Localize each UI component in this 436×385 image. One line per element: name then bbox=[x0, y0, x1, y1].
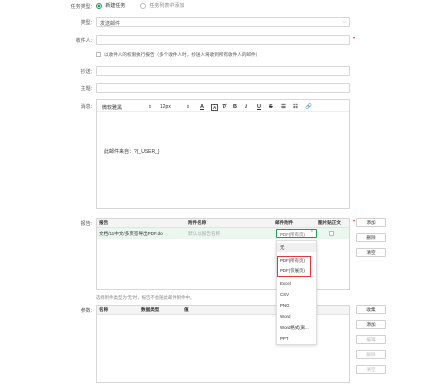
params-label: 参数: bbox=[80, 308, 92, 314]
required-marker: • bbox=[353, 219, 356, 225]
menu-item-word[interactable]: Word bbox=[280, 314, 290, 319]
report-col-name: 报告 bbox=[99, 220, 109, 225]
attachment-name-field[interactable]: 默认以报告名称 bbox=[188, 231, 220, 237]
font-family-select[interactable]: 微软雅黑 ⇕ bbox=[102, 104, 154, 111]
chevron-down-icon: ⌵ bbox=[342, 19, 346, 25]
chevron-updown-icon: ⇕ bbox=[186, 104, 190, 109]
menu-item-pdf-displayed[interactable]: PDF(仅展页) bbox=[280, 268, 305, 274]
menu-item-none[interactable]: 无 bbox=[280, 245, 284, 251]
report-col-attachment-name: 附件名称 bbox=[188, 220, 207, 225]
type-label: 类型: bbox=[80, 20, 92, 26]
attachment-type-value: PDF(所有页) bbox=[280, 231, 305, 237]
menu-item-png[interactable]: PNG bbox=[280, 303, 290, 308]
align-icon[interactable]: ☰ bbox=[281, 104, 286, 110]
editor-body-text: 此邮件来自：?{_USER_} bbox=[104, 149, 160, 155]
report-col-image-inline: 图片贴正文 bbox=[318, 220, 341, 225]
report-row-name: 文档/11中文/多页签导出PDF.do bbox=[99, 231, 163, 236]
task-type-add-label: 任务列表中添加 bbox=[149, 3, 185, 9]
subject-field[interactable] bbox=[96, 83, 350, 93]
permission-checkbox[interactable] bbox=[96, 52, 101, 57]
underline-icon[interactable]: U bbox=[257, 104, 261, 110]
bold-icon[interactable]: B bbox=[233, 104, 237, 110]
task-type-new-radio[interactable]: 新建任务 bbox=[96, 2, 125, 9]
permission-checkbox-label: 以收件人的权限执行报告（多个收件人时，抄送人将收到所有收件人的邮件） bbox=[104, 52, 261, 57]
params-col-data-type: 数据类型 bbox=[141, 307, 160, 312]
report-label: 报告: bbox=[80, 221, 92, 227]
param-delete-button[interactable]: 删除 bbox=[356, 350, 386, 359]
radio-unselected-icon bbox=[140, 2, 146, 9]
recipient-field[interactable] bbox=[96, 35, 350, 45]
radio-selected-icon bbox=[96, 2, 102, 9]
chevron-updown-icon: ⇕ bbox=[148, 104, 152, 109]
params-col-name: 名称 bbox=[99, 307, 109, 312]
task-type-label: 任务类型: bbox=[70, 4, 92, 10]
param-collect-button[interactable]: 收集 bbox=[356, 305, 386, 314]
menu-item-pdf-all[interactable]: PDF(所有页) bbox=[280, 258, 305, 264]
report-delete-button[interactable]: 删除 bbox=[356, 233, 386, 242]
attachment-type-select[interactable]: PDF(所有页) ⌃ bbox=[276, 229, 317, 238]
clear-format-icon[interactable]: T̸ bbox=[222, 104, 225, 110]
menu-item-word-separate[interactable]: Word格式(离... bbox=[280, 325, 309, 331]
param-edit-button[interactable]: 编辑 bbox=[356, 335, 386, 344]
recipient-label: 收件人: bbox=[75, 38, 92, 44]
background-color-icon[interactable]: A bbox=[211, 104, 219, 111]
link-icon[interactable]: 🔗 bbox=[305, 104, 312, 110]
required-marker: • bbox=[353, 36, 356, 42]
subject-label: 主题: bbox=[80, 86, 92, 92]
menu-item-ppt[interactable]: PPT bbox=[280, 336, 289, 341]
type-select-value: 发送邮件 bbox=[100, 21, 121, 27]
list-icon[interactable]: ☷ bbox=[293, 104, 298, 110]
report-col-mail-attachment: 邮件附件 bbox=[275, 220, 294, 225]
task-type-add-radio[interactable]: 任务列表中添加 bbox=[140, 2, 184, 9]
font-color-icon[interactable]: A bbox=[200, 104, 204, 110]
menu-item-csv[interactable]: CSV bbox=[280, 292, 289, 297]
report-note: 选择附件类型为'无'时，报告不会随此邮件附件中。 bbox=[96, 295, 195, 300]
report-table-header bbox=[97, 219, 349, 228]
italic-icon[interactable]: I bbox=[245, 104, 247, 110]
font-family-value: 微软雅黑 bbox=[102, 105, 123, 111]
font-size-select[interactable]: 12px ⇕ bbox=[160, 104, 194, 110]
report-clear-button[interactable]: 清空 bbox=[356, 248, 386, 257]
strikethrough-icon[interactable]: S bbox=[269, 104, 273, 110]
param-add-button[interactable]: 添加 bbox=[356, 320, 386, 329]
report-add-button[interactable]: 添加 bbox=[356, 218, 386, 227]
cc-field[interactable] bbox=[96, 66, 350, 76]
param-clear-button[interactable]: 清空 bbox=[356, 365, 386, 374]
menu-item-excel[interactable]: Excel bbox=[280, 281, 291, 286]
chevron-up-icon: ⌃ bbox=[309, 230, 314, 236]
image-inline-checkbox[interactable] bbox=[329, 231, 334, 236]
cc-label: 抄送: bbox=[80, 69, 92, 75]
message-label: 消息: bbox=[80, 104, 92, 110]
params-col-value: 值 bbox=[184, 307, 189, 312]
font-size-value: 12px bbox=[160, 104, 171, 110]
task-type-new-label: 新建任务 bbox=[105, 3, 126, 9]
type-select[interactable]: 发送邮件 ⌵ bbox=[96, 17, 350, 27]
